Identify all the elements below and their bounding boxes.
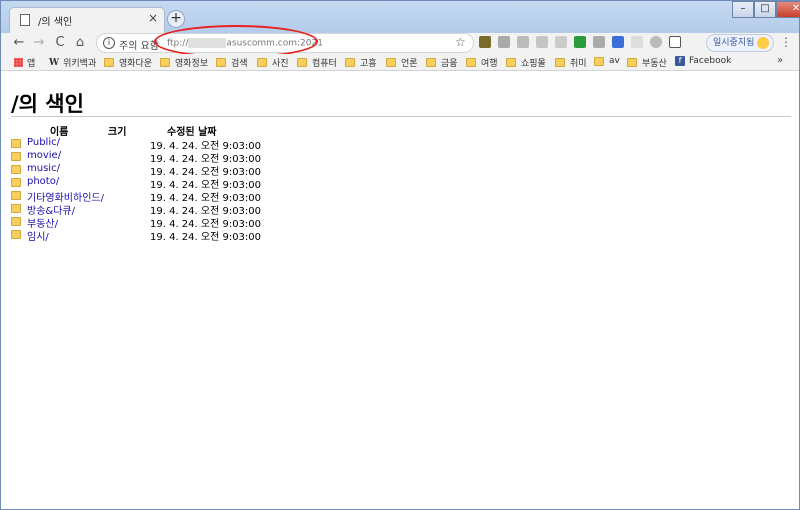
window-controls: – □ ✕ [732,1,800,19]
folder-icon [555,58,565,67]
tab-close-icon[interactable]: × [148,11,158,25]
folder-icon [11,139,21,148]
back-button[interactable]: ← [10,35,28,50]
extension-11-icon[interactable] [669,36,681,48]
folder-link[interactable]: music/ [27,163,60,174]
bookmark-folder[interactable]: 쇼핑몰 [506,56,546,69]
bookmark-folder[interactable]: 검색 [216,56,248,69]
folder-icon [11,178,21,187]
facebook-icon: f [675,56,685,66]
folder-icon [160,58,170,67]
bookmark-folder[interactable]: 고흥 [345,56,377,69]
info-icon[interactable]: i [103,37,115,49]
bookmark-folder[interactable]: 취미 [555,56,587,69]
folder-icon [11,230,21,239]
page-content: /의 색인 이름 크기 수정된 날짜 Public/ 19. 4. 24. 오전… [1,72,799,509]
divider [11,116,791,117]
bookmark-apps[interactable]: 앱 [14,56,35,69]
folder-icon [11,191,21,200]
translate-extension-icon[interactable] [612,36,624,48]
bookmark-folder[interactable]: 부동산 [627,56,667,69]
extension-2-icon[interactable] [498,36,510,48]
browser-window: /의 색인 × + – □ ✕ ← → C ⌂ i 주의 요함 ftp://as… [0,0,800,510]
bookmark-facebook[interactable]: f Facebook [675,56,731,66]
extension-7-icon[interactable] [593,36,605,48]
folder-icon [216,58,226,67]
bookmarks-bar: 앱 W 위키백과 영화다운 영화정보 검색 사진 컴퓨터 고흥 언론 금융 여행 … [1,54,799,71]
bookmark-folder[interactable]: 언론 [386,56,418,69]
folder-icon [104,58,114,67]
folder-link[interactable]: movie/ [27,150,61,161]
maximize-button[interactable]: □ [754,1,776,18]
extension-4-icon[interactable] [536,36,548,48]
close-window-button[interactable]: ✕ [776,1,800,18]
toolbar: ← → C ⌂ i 주의 요함 ftp://asuscomm.com:2021 … [1,33,799,54]
folder-icon [11,165,21,174]
table-row: 부동산/ 19. 4. 24. 오전 9:03:00 [11,215,311,230]
folder-icon [627,58,637,67]
folder-icon [506,58,516,67]
folder-icon [257,58,267,67]
extension-1-icon[interactable] [479,36,491,48]
folder-icon [426,58,436,67]
table-row: 기타영화비하인드/ 19. 4. 24. 오전 9:03:00 [11,189,311,204]
table-row: movie/ 19. 4. 24. 오전 9:03:00 [11,150,311,165]
table-row: photo/ 19. 4. 24. 오전 9:03:00 [11,176,311,191]
header-size[interactable]: 크기 [108,123,126,138]
folder-icon [345,58,355,67]
profile-label: 일시중지됨 [713,38,755,48]
folder-link[interactable]: photo/ [27,176,59,187]
bookmark-folder[interactable]: 여행 [466,56,498,69]
menu-icon[interactable]: ⋮ [780,35,792,49]
forward-button[interactable]: → [30,35,48,50]
table-row: music/ 19. 4. 24. 오전 9:03:00 [11,163,311,178]
folder-icon [594,56,604,66]
extension-5-icon[interactable] [555,36,567,48]
home-button[interactable]: ⌂ [71,35,89,50]
bookmark-folder[interactable]: 컴퓨터 [297,56,337,69]
profile-button[interactable]: 일시중지됨 [706,34,774,52]
folder-icon [297,58,307,67]
tab-strip: /의 색인 × + – □ ✕ [1,1,800,33]
bookmark-star-icon[interactable]: ☆ [455,35,466,49]
check-extension-icon[interactable] [574,36,586,48]
tab-title: /의 색인 [38,17,73,28]
bookmark-wikipedia[interactable]: W 위키백과 [49,56,96,70]
modified-date: 19. 4. 24. 오전 9:03:00 [150,232,262,243]
bookmark-folder[interactable]: 영화정보 [160,56,208,69]
folder-link[interactable]: Public/ [27,137,60,148]
apps-icon [14,58,23,67]
page-title: /의 색인 [11,92,84,116]
table-row: 임시/ 19. 4. 24. 오전 9:03:00 [11,228,311,243]
tab-index[interactable]: /의 색인 × [9,7,165,33]
minimize-button[interactable]: – [732,1,754,18]
new-tab-button[interactable]: + [167,10,185,28]
page-icon [20,14,30,26]
bookmark-folder[interactable]: 사진 [257,56,289,69]
security-label[interactable]: 주의 요함 [119,37,159,52]
folder-icon [11,204,21,213]
bookmarks-overflow-icon[interactable]: » [777,55,783,66]
bookmark-folder[interactable]: av [594,56,620,66]
bookmark-folder[interactable]: 금융 [426,56,458,69]
header-name[interactable]: 이름 [50,123,68,138]
folder-icon [11,152,21,161]
folder-icon [386,58,396,67]
extensions-row [479,36,681,48]
extension-10-icon[interactable] [650,36,662,48]
extension-3-icon[interactable] [517,36,529,48]
folder-icon [466,58,476,67]
avatar-face-icon [757,37,769,49]
folder-link[interactable]: 임시/ [27,228,49,243]
header-modified[interactable]: 수정된 날짜 [167,123,216,138]
folder-icon [11,217,21,226]
table-row: Public/ 19. 4. 24. 오전 9:03:00 [11,137,311,152]
table-row: 방송&다큐/ 19. 4. 24. 오전 9:03:00 [11,202,311,217]
bookmark-folder[interactable]: 영화다운 [104,56,152,69]
reload-button[interactable]: C [51,35,69,50]
wikipedia-icon: W [49,57,60,68]
extension-9-icon[interactable] [631,36,643,48]
